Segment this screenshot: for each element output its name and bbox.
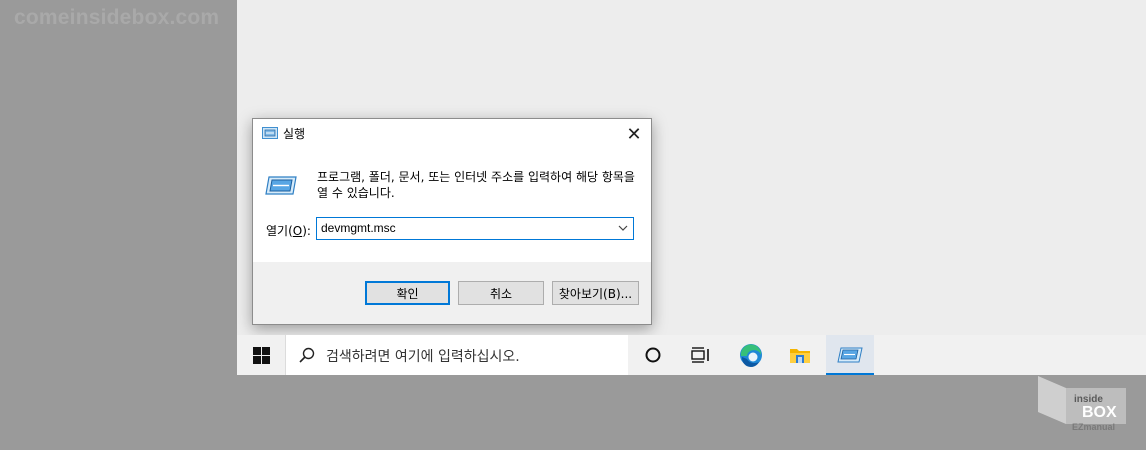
taskbar: 검색하려면 여기에 입력하십시오.	[237, 335, 1146, 375]
open-input-value[interactable]: devmgmt.msc	[321, 221, 396, 235]
run-large-icon	[265, 176, 297, 195]
cortana-icon	[645, 347, 661, 363]
dialog-description: 프로그램, 폴더, 문서, 또는 인터넷 주소를 입력하여 해당 항목을 열 수…	[317, 170, 635, 200]
logo-text-ezmanual: EZmanual	[1072, 422, 1115, 432]
edge-icon	[740, 344, 762, 367]
file-explorer-icon	[790, 348, 810, 363]
logo-text-box: BOX	[1082, 404, 1117, 421]
search-icon	[299, 347, 315, 363]
ok-button[interactable]: 확인	[365, 281, 450, 305]
browse-button[interactable]: 찾아보기(B)...	[552, 281, 639, 305]
run-taskbar-button[interactable]	[826, 335, 874, 375]
close-button[interactable]: ✕	[617, 119, 651, 149]
taskbar-search-box[interactable]: 검색하려면 여기에 입력하십시오.	[285, 335, 628, 375]
run-app-icon	[262, 127, 278, 139]
run-dialog: 실행 ✕ 프로그램, 폴더, 문서, 또는 인터넷 주소를 입력하여 해당 항목…	[252, 118, 652, 325]
open-combobox[interactable]: devmgmt.msc	[316, 217, 634, 240]
open-label: 열기(O):	[266, 224, 311, 238]
start-button[interactable]	[237, 335, 285, 375]
dialog-title: 실행	[283, 127, 306, 141]
cancel-button[interactable]: 취소	[458, 281, 544, 305]
watermark-text: comeinsidebox.com	[14, 6, 220, 29]
dialog-button-bar: 확인 취소 찾아보기(B)...	[253, 262, 651, 324]
close-icon: ✕	[626, 123, 642, 145]
task-view-button[interactable]	[677, 335, 725, 375]
file-explorer-button[interactable]	[776, 335, 824, 375]
run-icon	[837, 347, 863, 363]
task-view-icon	[691, 347, 709, 363]
insidebox-logo: inside BOX EZmanual	[1038, 376, 1126, 432]
chevron-down-icon[interactable]	[618, 225, 628, 232]
windows-start-icon	[252, 346, 270, 364]
dialog-titlebar[interactable]: 실행 ✕	[253, 119, 651, 149]
cortana-button[interactable]	[629, 335, 677, 375]
search-placeholder: 검색하려면 여기에 입력하십시오.	[326, 349, 520, 365]
edge-button[interactable]	[727, 335, 775, 375]
